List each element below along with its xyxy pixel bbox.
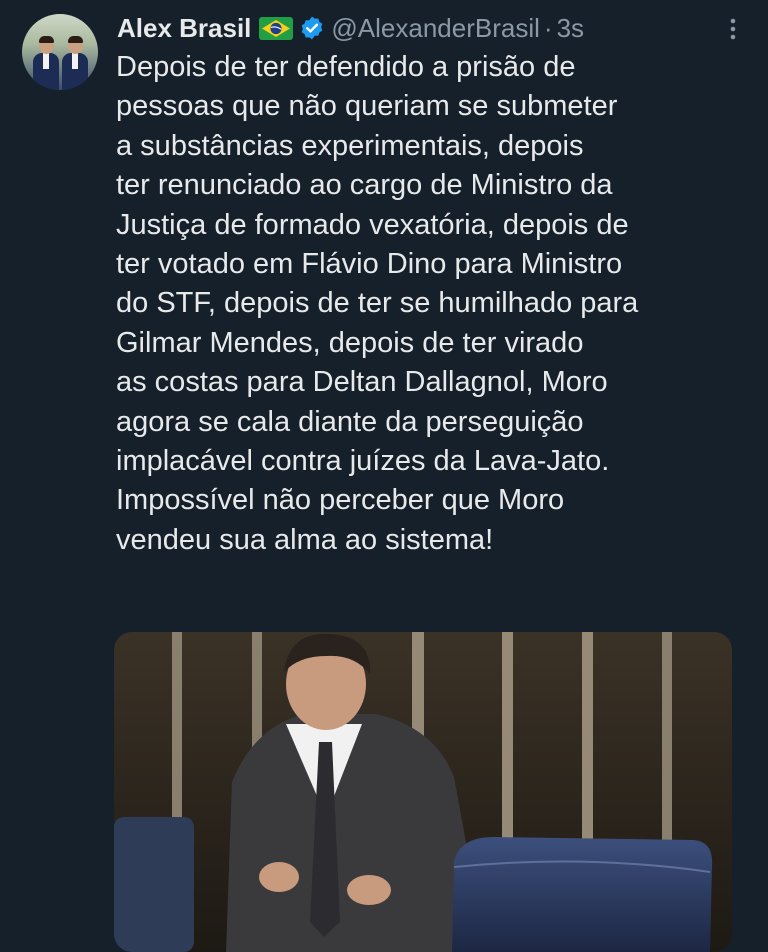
tweet-text-line: Gilmar Mendes, depois de ter virado: [116, 326, 584, 359]
tweet-text-line: Justiça de formado vexatória, depois de: [116, 208, 629, 241]
tweet-text: Depois de ter defendido a prisão de pess…: [116, 48, 756, 560]
tweet-text-line: pessoas que não queriam se submeter: [116, 90, 618, 123]
brazil-flag-icon: [259, 16, 294, 40]
photo-illustration: [114, 632, 732, 952]
tweet-card[interactable]: Alex Brasil @AlexanderBrasil · 3s Depois…: [0, 0, 768, 952]
tweet-timestamp[interactable]: 3s: [557, 13, 584, 44]
author-handle[interactable]: @AlexanderBrasil: [331, 13, 539, 44]
verified-badge-icon: [299, 15, 325, 41]
tweet-text-line: ter votado em Flávio Dino para Ministro: [116, 248, 623, 281]
tweet-text-line: implacável contra juízes da Lava-Jato.: [116, 445, 610, 478]
header-separator: ·: [543, 12, 553, 43]
tweet-text-line: a substâncias experimentais, depois: [116, 129, 584, 162]
more-options-icon[interactable]: [728, 16, 738, 42]
tweet-text-line: as costas para Deltan Dallagnol, Moro: [116, 366, 608, 399]
avatar-person-left: [33, 36, 59, 90]
author-name[interactable]: Alex Brasil: [117, 13, 251, 44]
avatar-person-right: [62, 36, 88, 90]
tweet-text-line: vendeu sua alma ao sistema!: [116, 523, 494, 556]
tweet-header: Alex Brasil @AlexanderBrasil · 3s: [117, 10, 584, 46]
tweet-text-line: do STF, depois de ter se humilhado para: [116, 287, 639, 320]
tweet-photo[interactable]: [114, 632, 732, 952]
tweet-text-line: agora se cala diante da perseguição: [116, 405, 584, 438]
tweet-text-line: Depois de ter defendido a prisão de: [116, 51, 576, 83]
author-avatar[interactable]: [22, 14, 98, 90]
tweet-text-line: Impossível não perceber que Moro: [116, 484, 565, 517]
tweet-text-line: ter renunciado ao cargo de Ministro da: [116, 169, 613, 202]
